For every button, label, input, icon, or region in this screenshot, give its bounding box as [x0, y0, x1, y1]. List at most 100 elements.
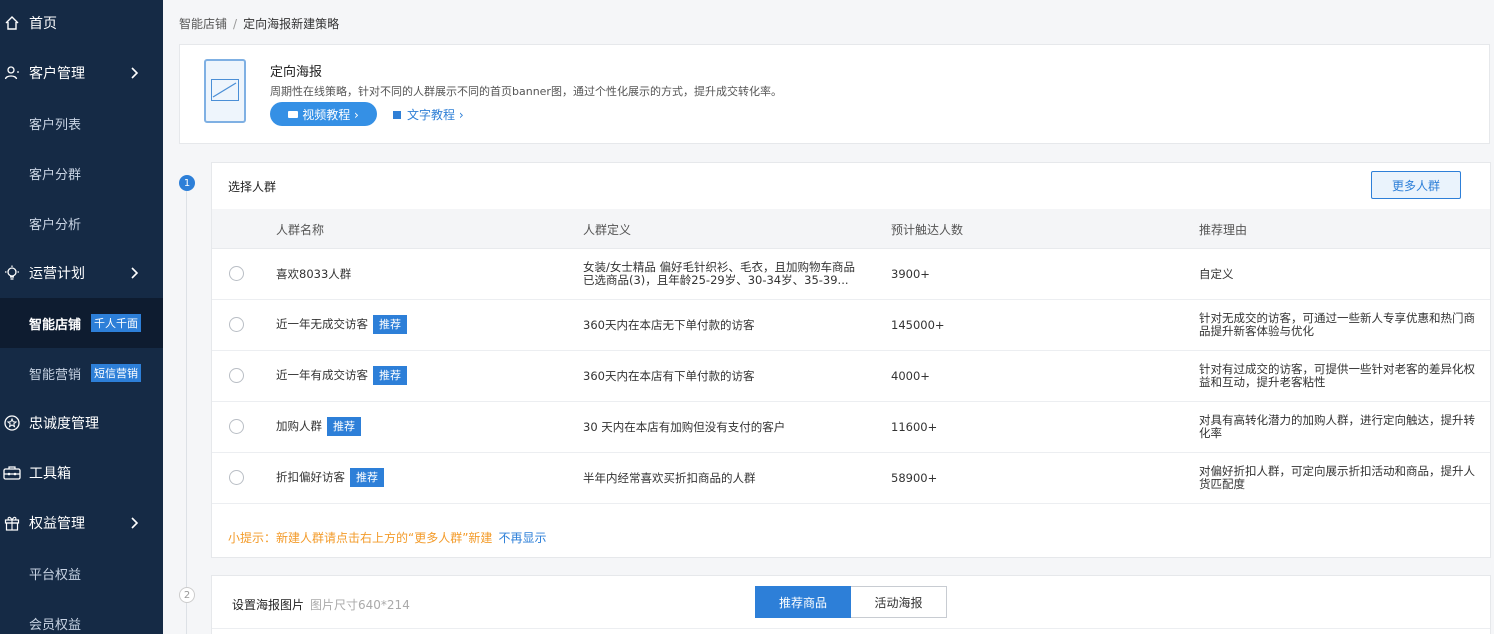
- sidebar: 首页 客户管理 客户列表 客户分群 客户分析 运营计划 智能店铺 千人千面 智能…: [0, 0, 163, 634]
- crowd-name: 折扣偏好访客: [276, 470, 345, 484]
- breadcrumb-current: 定向海报新建策略: [243, 17, 340, 31]
- crowd-name: 喜欢8033人群: [276, 267, 352, 281]
- row-radio[interactable]: [229, 470, 244, 485]
- home-icon: [3, 14, 21, 32]
- nav-customer-list[interactable]: 客户列表: [0, 98, 163, 148]
- header-recommend-reason: 推荐理由: [1199, 223, 1248, 237]
- table-row[interactable]: 折扣偏好访客 推荐 半年内经常喜欢买折扣商品的人群 58900+ 对偏好折扣人群，…: [212, 453, 1490, 504]
- nav-rights-mgmt[interactable]: 权益管理: [0, 498, 163, 548]
- text-tutorial-link[interactable]: 文字教程 ›: [393, 106, 464, 123]
- video-tutorial-label: 视频教程 ›: [302, 107, 359, 122]
- row-radio[interactable]: [229, 266, 244, 281]
- nav-toolbox[interactable]: 工具箱: [0, 448, 163, 498]
- crowd-name-cell: 折扣偏好访客 推荐: [276, 468, 384, 487]
- step-one-indicator: 1: [179, 175, 195, 191]
- recommend-badge: 推荐: [373, 366, 407, 385]
- header-crowd-definition: 人群定义: [583, 223, 632, 237]
- poster-type-tabs: 推荐商品 活动海报: [755, 586, 947, 618]
- crowd-tip: 小提示：新建人群请点击右上方的“更多人群”新建 不再显示: [228, 529, 546, 546]
- crowd-name: 近一年有成交访客: [276, 368, 368, 382]
- crowd-definition: 360天内在本店有下单付款的访客: [583, 369, 755, 383]
- crowd-definition: 30 天内在本店有加购但没有支付的客户: [583, 420, 786, 434]
- crowd-reach: 4000+: [891, 369, 930, 383]
- nav-smart-store-label: 智能店铺: [29, 317, 82, 333]
- crowd-reason: 自定义: [1199, 267, 1234, 281]
- table-row[interactable]: 近一年无成交访客 推荐 360天内在本店无下单付款的访客 145000+ 针对无成…: [212, 300, 1490, 351]
- crowd-tip-text: 小提示：新建人群请点击右上方的“更多人群”新建: [228, 531, 493, 545]
- crowd-reason: 针对有过成交的访客，可提供一些针对老客的差异化权益和互动，提升老客粘性: [1199, 362, 1475, 389]
- nav-platform-rights[interactable]: 平台权益: [0, 548, 163, 598]
- step-two-indicator: 2: [179, 587, 195, 603]
- document-icon: [393, 110, 401, 119]
- breadcrumb: 智能店铺 / 定向海报新建策略: [179, 15, 339, 32]
- chevron-right-icon: [131, 516, 141, 530]
- crowd-reason: 对具有高转化潜力的加购人群，进行定向触达，提升转化率: [1199, 413, 1475, 440]
- video-camera-icon: [288, 110, 299, 118]
- row-radio[interactable]: [229, 419, 244, 434]
- more-crowds-button[interactable]: 更多人群: [1371, 171, 1461, 199]
- table-row[interactable]: 加购人群 推荐 30 天内在本店有加购但没有支付的客户 11600+ 对具有高转化…: [212, 402, 1490, 453]
- poster-settings-panel: 设置海报图片 图片尺寸640*214 推荐商品 活动海报: [211, 575, 1491, 634]
- crowd-name-cell: 近一年无成交访客 推荐: [276, 315, 407, 334]
- nav-customer-mgmt[interactable]: 客户管理: [0, 48, 163, 98]
- nav-customer-analysis[interactable]: 客户分析: [0, 198, 163, 248]
- crowd-name: 近一年无成交访客: [276, 317, 368, 331]
- divider: [212, 628, 1490, 629]
- breadcrumb-separator: /: [233, 17, 238, 31]
- crowd-reach: 58900+: [891, 471, 938, 485]
- bulb-icon: [3, 264, 21, 282]
- smart-marketing-tag: 短信营销: [91, 364, 142, 382]
- nav-customer-group[interactable]: 客户分群: [0, 148, 163, 198]
- chevron-right-icon: [131, 66, 141, 80]
- star-icon: [3, 414, 21, 432]
- tab-recommended-products[interactable]: 推荐商品: [755, 586, 851, 618]
- nav-rights-mgmt-label: 权益管理: [29, 516, 85, 532]
- poster-settings-title: 设置海报图片 图片尺寸640*214: [232, 596, 410, 613]
- gift-icon: [3, 514, 21, 532]
- nav-home[interactable]: 首页: [0, 0, 163, 48]
- poster-thumbnail-icon: [204, 59, 246, 123]
- crowd-table-header: 人群名称 人群定义 预计触达人数 推荐理由: [212, 209, 1490, 249]
- crowd-name-cell: 喜欢8033人群: [276, 268, 351, 281]
- crowd-reason: 对偏好折扣人群，可定向展示折扣活动和商品，提升人货匹配度: [1199, 464, 1475, 491]
- nav-smart-marketing[interactable]: 智能营销 短信营销: [0, 348, 163, 398]
- nav-member-rights[interactable]: 会员权益: [0, 598, 163, 634]
- intro-description: 周期性在线策略，针对不同的人群展示不同的首页banner图，通过个性化展示的方式…: [270, 85, 782, 98]
- crowd-name: 加购人群: [276, 419, 322, 433]
- nav-home-label: 首页: [29, 16, 57, 32]
- intro-card: 定向海报 周期性在线策略，针对不同的人群展示不同的首页banner图，通过个性化…: [179, 44, 1490, 144]
- nav-toolbox-label: 工具箱: [29, 466, 71, 482]
- nav-loyalty[interactable]: 忠诚度管理: [0, 398, 163, 448]
- step-timeline: [186, 190, 187, 634]
- chevron-right-icon: [131, 266, 141, 280]
- image-frame-icon: [211, 79, 239, 101]
- crowd-reach: 145000+: [891, 318, 945, 332]
- table-row[interactable]: 喜欢8033人群 女装/女士精品 偏好毛针织衫、毛衣，且加购物车商品已选商品(3…: [212, 249, 1490, 300]
- crowd-definition: 半年内经常喜欢买折扣商品的人群: [583, 471, 756, 485]
- crowd-definition: 女装/女士精品 偏好毛针织衫、毛衣，且加购物车商品已选商品(3)，且年龄25-2…: [583, 260, 856, 287]
- crowd-definition: 360天内在本店无下单付款的访客: [583, 318, 755, 332]
- nav-smart-marketing-label: 智能营销: [29, 367, 82, 383]
- user-icon: [3, 64, 21, 82]
- video-tutorial-button[interactable]: 视频教程 ›: [270, 102, 377, 126]
- nav-smart-store[interactable]: 智能店铺 千人千面: [0, 298, 163, 348]
- toolbox-icon: [3, 464, 21, 482]
- crowd-selection-panel: 选择人群 更多人群 人群名称 人群定义 预计触达人数 推荐理由 喜欢8033人群…: [211, 162, 1491, 558]
- tab-activity-poster[interactable]: 活动海报: [851, 586, 947, 618]
- nav-ops-plan[interactable]: 运营计划: [0, 248, 163, 298]
- poster-settings-label: 设置海报图片: [232, 598, 305, 612]
- poster-size-hint: 图片尺寸640*214: [310, 598, 410, 612]
- breadcrumb-parent[interactable]: 智能店铺: [179, 17, 227, 31]
- row-radio[interactable]: [229, 317, 244, 332]
- crowd-name-cell: 加购人群 推荐: [276, 417, 361, 436]
- row-radio[interactable]: [229, 368, 244, 383]
- nav-loyalty-label: 忠诚度管理: [29, 416, 99, 432]
- crowd-reach: 3900+: [891, 267, 930, 281]
- text-tutorial-label: 文字教程 ›: [407, 108, 464, 122]
- smart-store-tag: 千人千面: [91, 314, 142, 332]
- table-row[interactable]: 近一年有成交访客 推荐 360天内在本店有下单付款的访客 4000+ 针对有过成交…: [212, 351, 1490, 402]
- dismiss-tip-link[interactable]: 不再显示: [498, 531, 546, 545]
- recommend-badge: 推荐: [350, 468, 384, 487]
- intro-title: 定向海报: [270, 65, 323, 80]
- crowd-reason: 针对无成交的访客，可通过一些新人专享优惠和热门商品提升新客体验与优化: [1199, 311, 1475, 338]
